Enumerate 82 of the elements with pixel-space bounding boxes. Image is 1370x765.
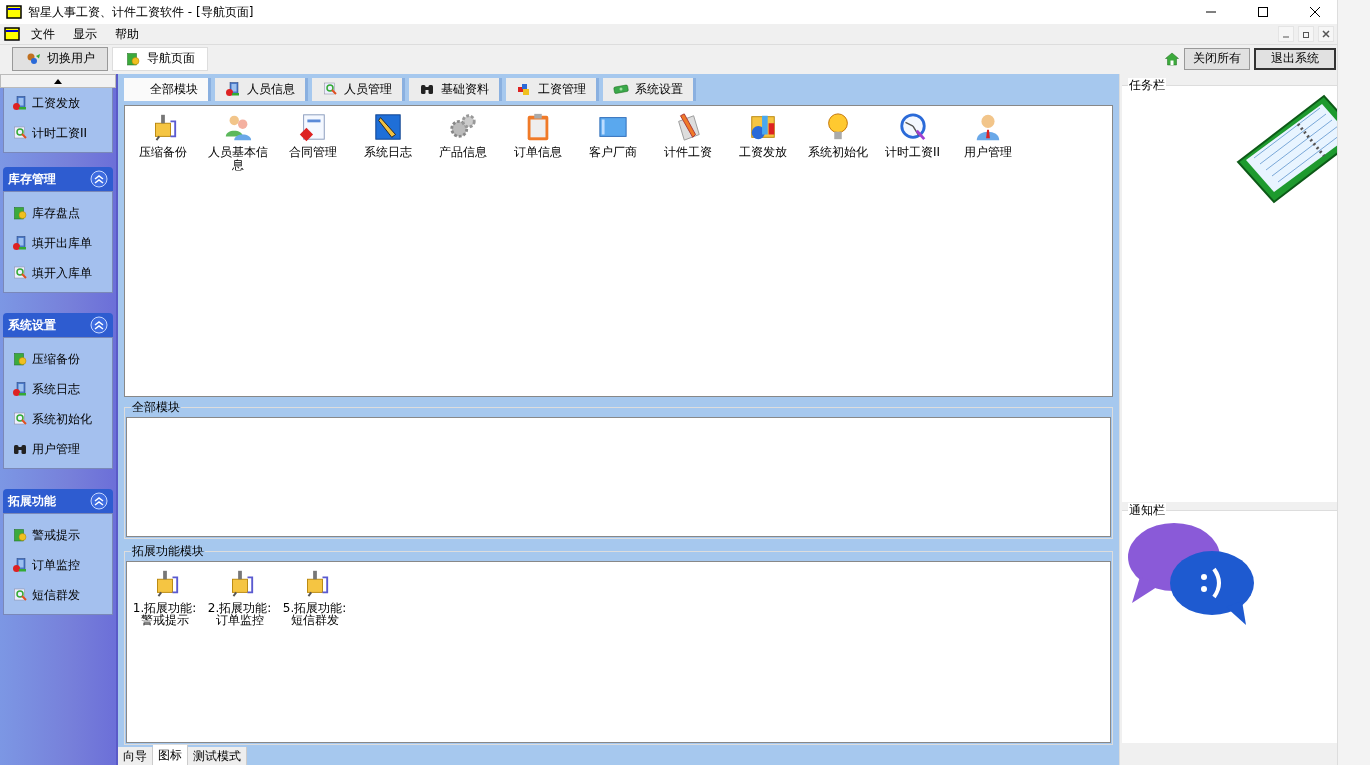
sidebar-item[interactable]: 填开出库单 [4,228,112,258]
window-title: 智星人事工资、计件工资软件 - [导航页面] [28,3,255,21]
module-tab[interactable]: 人员管理 [312,78,405,101]
package-icon [125,50,141,67]
module-item[interactable]: 系统初始化 [800,109,875,186]
document-tab[interactable]: 导航页面 [112,46,208,71]
collapse-icon[interactable] [90,170,108,188]
clock-icon [897,111,928,142]
sidebar-item[interactable]: 用户管理 [4,434,112,464]
building-icon [12,235,28,251]
sidebar-item[interactable]: 订单监控 [4,550,112,580]
building-icon [12,95,28,111]
module-item[interactable]: 人员基本信息 [200,109,275,186]
module-item[interactable]: 用户管理 [950,109,1025,186]
module-item[interactable]: 压缩备份 [125,109,200,186]
close-button[interactable] [1318,26,1334,42]
sidebar-item[interactable]: 压缩备份 [4,344,112,374]
building-icon [225,81,241,98]
restore-icon [1302,30,1310,38]
sidebar-item[interactable]: 填开入库单 [4,258,112,288]
module-item[interactable]: 2.拓展功能: 订单监控 [202,565,277,642]
app-icon [6,4,22,20]
group-header[interactable]: 库存管理 [3,167,113,191]
module-tab[interactable]: 基础资料 [409,78,502,101]
sidebar-item[interactable]: 库存盘点 [4,198,112,228]
package-icon [12,205,28,221]
menu-item[interactable]: 帮助 [108,25,146,43]
restore-button[interactable] [1298,26,1314,42]
module-item[interactable]: 5.拓展功能: 短信群发 [277,565,352,642]
view-tab[interactable]: 测试模式 [188,747,247,765]
module-tab[interactable]: 系统设置 [603,78,696,101]
group-title: 全部模块 [131,400,181,415]
module-tab[interactable]: 工资管理 [506,78,599,101]
module-item[interactable]: 计件工资 [650,109,725,186]
document-tab[interactable]: 切换用户 [12,46,108,71]
pen-icon [372,111,403,142]
close-icon [1310,7,1320,17]
package-icon [12,351,28,367]
module-item[interactable]: 1.拓展功能: 警戒提示 [127,565,202,642]
close-icon [1322,30,1330,38]
module-item[interactable]: 计时工资II [875,109,950,186]
document-icon [297,111,328,142]
exit-button[interactable]: 退出系统 [1254,47,1336,70]
sidebar-item[interactable]: 警戒提示 [4,520,112,550]
sidebar-item[interactable]: 工资发放 [4,88,112,118]
module-item[interactable]: 客户厂商 [575,109,650,186]
group-header[interactable]: 拓展功能 [3,489,113,513]
magnifier-icon [12,265,28,281]
module-item[interactable]: 订单信息 [500,109,575,186]
group-header[interactable]: 系统设置 [3,313,113,337]
panel-title: 通知栏 [1128,503,1166,517]
up-arrow-icon [54,78,62,84]
magnifier-icon [322,81,338,98]
building-icon [12,557,28,573]
building-icon [12,381,28,397]
menu-item[interactable]: 显示 [66,25,104,43]
magnifier-icon [12,587,28,603]
menu-item[interactable]: 文件 [24,25,62,43]
collapse-icon[interactable] [90,316,108,334]
package-icon [12,527,28,543]
view-tab[interactable]: 向导 [118,747,153,765]
blocks-icon [516,81,532,98]
sidebar-item[interactable]: 系统初始化 [4,404,112,434]
module-item[interactable]: 合同管理 [275,109,350,186]
sidebar-item[interactable]: 系统日志 [4,374,112,404]
magnifier-icon [12,125,28,141]
module-tab[interactable]: 人员信息 [215,78,308,101]
app-icon [4,26,20,42]
module-tab[interactable]: 全部模块 [124,78,211,101]
group-title: 拓展功能模块 [131,543,205,558]
sidebar-item[interactable]: 计时工资II [4,118,112,148]
module-item[interactable]: 产品信息 [425,109,500,186]
magnifier-icon [12,411,28,427]
panel-title: 任务栏 [1128,78,1166,92]
house-icon [1164,50,1180,67]
module-item[interactable]: 系统日志 [350,109,425,186]
maximize-icon [1258,7,1268,17]
sidebar-item[interactable]: 短信群发 [4,580,112,610]
module-item[interactable]: 工资发放 [725,109,800,186]
close-all-button[interactable]: 关闭所有 [1184,47,1250,70]
view-tab[interactable]: 图标 [153,745,188,765]
collapse-icon[interactable] [90,492,108,510]
